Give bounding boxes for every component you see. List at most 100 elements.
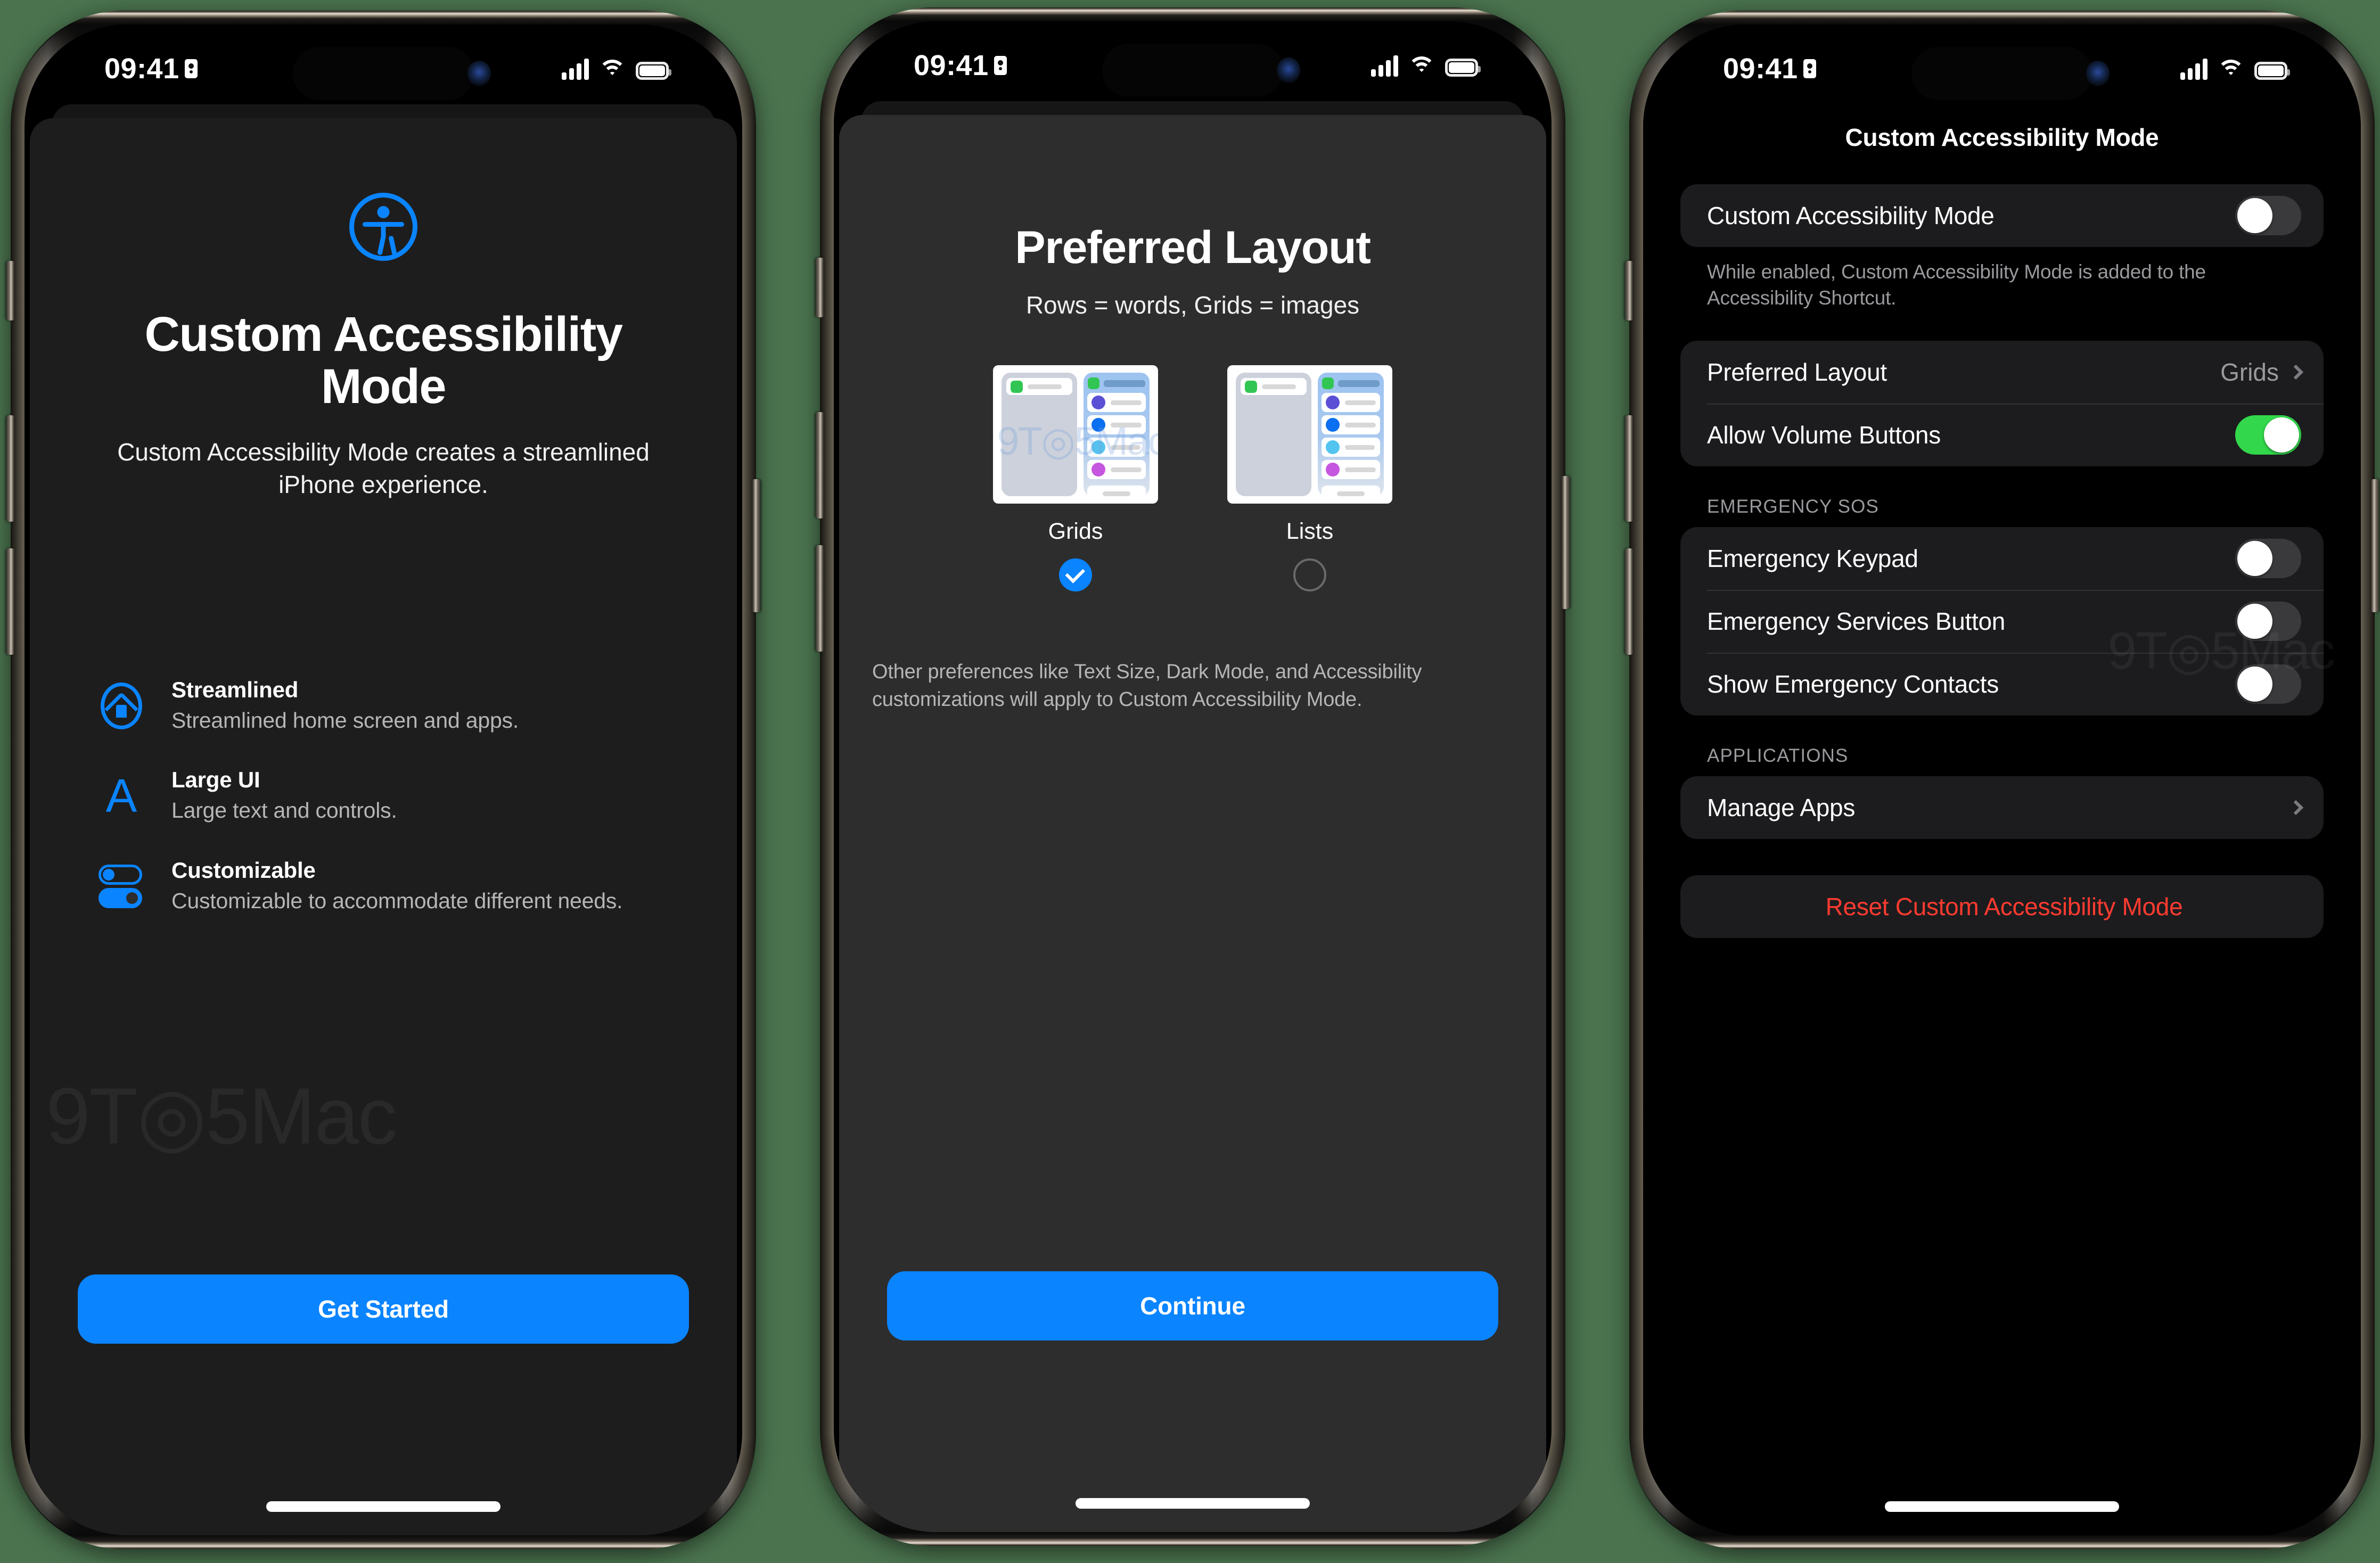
row-label: Allow Volume Buttons: [1707, 421, 1941, 449]
layout-option-lists[interactable]: Lists: [1227, 365, 1392, 591]
row-value: Grids: [2220, 358, 2279, 386]
preview-phone-left: [1236, 373, 1311, 496]
grids-preview-thumbnail: 9T◎5Mac: [993, 365, 1158, 504]
custom-accessibility-mode-toggle[interactable]: [2235, 196, 2301, 235]
row-label: Emergency Services Button: [1707, 607, 2006, 636]
status-bar: 09:41: [834, 21, 1552, 114]
home-indicator[interactable]: [1885, 1501, 2119, 1512]
camera-indicator-dot: [1277, 57, 1300, 83]
table-row[interactable]: Emergency Keypad: [1680, 527, 2324, 590]
volume-down-button[interactable]: [1625, 548, 1634, 655]
action-button[interactable]: [816, 258, 824, 317]
page-title: Preferred Layout: [1015, 222, 1371, 273]
section-header-emergency-sos: EMERGENCY SOS: [1707, 496, 1879, 517]
accessibility-icon: [349, 193, 417, 261]
page-title: Custom Accessibility Mode: [144, 307, 623, 414]
settings-group-reset: Reset Custom Accessibility Mode: [1680, 875, 2324, 939]
cellular-signal-icon: [562, 57, 589, 80]
layout-option-grids[interactable]: 9T◎5Mac Grids: [993, 365, 1158, 591]
feature-list: Streamlined Streamlined home screen and …: [98, 677, 684, 948]
row-label: Show Emergency Contacts: [1707, 670, 1999, 698]
settings-body: 9T◎5Mac Custom Accessibility Mode While …: [1680, 184, 2335, 939]
radio-unselected-icon[interactable]: [1293, 558, 1326, 591]
table-row[interactable]: Preferred Layout Grids: [1680, 341, 2324, 404]
home-indicator[interactable]: [1076, 1498, 1310, 1509]
volume-up-button[interactable]: [6, 415, 15, 522]
action-button[interactable]: [1625, 261, 1634, 320]
reset-custom-accessibility-mode-button[interactable]: Reset Custom Accessibility Mode: [1707, 892, 2301, 921]
page-subtitle: Custom Accessibility Mode creates a stre…: [117, 438, 650, 499]
letter-a-icon: A: [105, 769, 137, 822]
settings-group-emergency: Emergency Keypad Emergency Services Butt…: [1680, 527, 2324, 716]
power-button[interactable]: [2370, 479, 2379, 612]
feature-title: Customizable: [171, 857, 316, 883]
camera-indicator-dot: [2086, 61, 2110, 86]
preview-phone-right: [1084, 373, 1150, 496]
iphone-device-settings: 09:41 Custom Accessibility Mode 9T◎5Mac: [1625, 11, 2379, 1549]
volume-up-button[interactable]: [1625, 415, 1634, 522]
cellular-signal-icon: [2180, 57, 2207, 80]
settings-group-applications: Manage Apps: [1680, 776, 2324, 840]
watermark: 9T◎5Mac: [46, 1071, 398, 1161]
feature-desc: Large text and controls.: [171, 798, 397, 823]
continue-button[interactable]: Continue: [887, 1271, 1498, 1340]
toggles-icon: [98, 863, 145, 910]
list-item: A Large UI Large text and controls.: [98, 767, 684, 824]
radio-selected-icon[interactable]: [1059, 558, 1092, 591]
list-item: Streamlined Streamlined home screen and …: [98, 677, 684, 734]
status-bar-time: 09:41: [104, 53, 179, 85]
dynamic-island: [1102, 44, 1283, 97]
home-indicator[interactable]: [266, 1501, 500, 1512]
layout-option-label: Lists: [1286, 519, 1334, 544]
battery-icon: [1445, 59, 1481, 77]
lists-preview-thumbnail: [1227, 365, 1392, 504]
power-button[interactable]: [752, 479, 760, 612]
page-title: Custom Accessibility Mode: [1845, 124, 2159, 151]
feature-title: Large UI: [171, 767, 260, 793]
preferred-layout-sheet: Preferred Layout Rows = words, Grids = i…: [839, 115, 1546, 1532]
screenshot-stage: 09:41 9T◎5Mac Custom Accessibility Mode …: [0, 0, 2380, 1563]
iphone-device-preferred-layout: 09:41 Preferred Layout Rows = words, Gri…: [816, 7, 1570, 1546]
volume-up-button[interactable]: [816, 412, 824, 519]
volume-down-button[interactable]: [6, 548, 15, 655]
status-bar-time-group: 09:41: [1723, 52, 1816, 85]
table-row[interactable]: Show Emergency Contacts: [1680, 653, 2324, 715]
preview-phone-left: [1002, 373, 1077, 496]
emergency-services-button-toggle[interactable]: [2235, 602, 2301, 641]
phone3-screen: 09:41 Custom Accessibility Mode 9T◎5Mac: [1643, 24, 2361, 1535]
action-button[interactable]: [6, 261, 15, 320]
settings-group-layout: Preferred Layout Grids Allow Volume Butt…: [1680, 341, 2324, 467]
table-row[interactable]: Manage Apps: [1680, 776, 2324, 839]
id-card-icon: [184, 59, 198, 78]
emergency-keypad-toggle[interactable]: [2235, 539, 2301, 579]
show-emergency-contacts-toggle[interactable]: [2235, 664, 2301, 704]
camera-indicator-dot: [467, 61, 491, 86]
status-bar: 09:41: [1643, 24, 2361, 118]
status-bar-time-group: 09:41: [104, 52, 198, 85]
iphone-device-onboarding-intro: 09:41 9T◎5Mac Custom Accessibility Mode …: [6, 11, 760, 1549]
get-started-button[interactable]: Get Started: [78, 1274, 689, 1344]
layout-option-label: Grids: [1048, 519, 1103, 544]
wifi-icon: [1408, 55, 1435, 77]
home-icon: [98, 682, 145, 729]
onboarding-sheet: 9T◎5Mac Custom Accessibility Mode Custom…: [30, 118, 737, 1535]
power-button[interactable]: [1561, 476, 1570, 609]
intro-hero: Custom Accessibility Mode Custom Accessi…: [83, 193, 684, 501]
battery-icon: [636, 62, 671, 80]
table-row[interactable]: Emergency Services Button: [1680, 590, 2324, 653]
table-row[interactable]: Custom Accessibility Mode: [1680, 184, 2324, 247]
status-bar-indicators: [2180, 50, 2290, 80]
group-footnote: While enabled, Custom Accessibility Mode…: [1707, 261, 2206, 309]
battery-icon: [2254, 62, 2290, 80]
table-row[interactable]: Reset Custom Accessibility Mode: [1680, 875, 2324, 938]
row-label: Preferred Layout: [1707, 358, 1887, 386]
feature-desc: Streamlined home screen and apps.: [171, 708, 519, 733]
status-bar-time: 09:41: [914, 50, 989, 81]
list-item: Customizable Customizable to accommodate…: [98, 858, 684, 915]
wifi-icon: [2217, 59, 2245, 80]
phone2-screen: 09:41 Preferred Layout Rows = words, Gri…: [834, 21, 1552, 1532]
table-row[interactable]: Allow Volume Buttons: [1680, 404, 2324, 466]
layout-option-group: 9T◎5Mac Grids Lists: [871, 365, 1514, 591]
volume-down-button[interactable]: [816, 545, 824, 652]
allow-volume-buttons-toggle[interactable]: [2235, 415, 2301, 455]
